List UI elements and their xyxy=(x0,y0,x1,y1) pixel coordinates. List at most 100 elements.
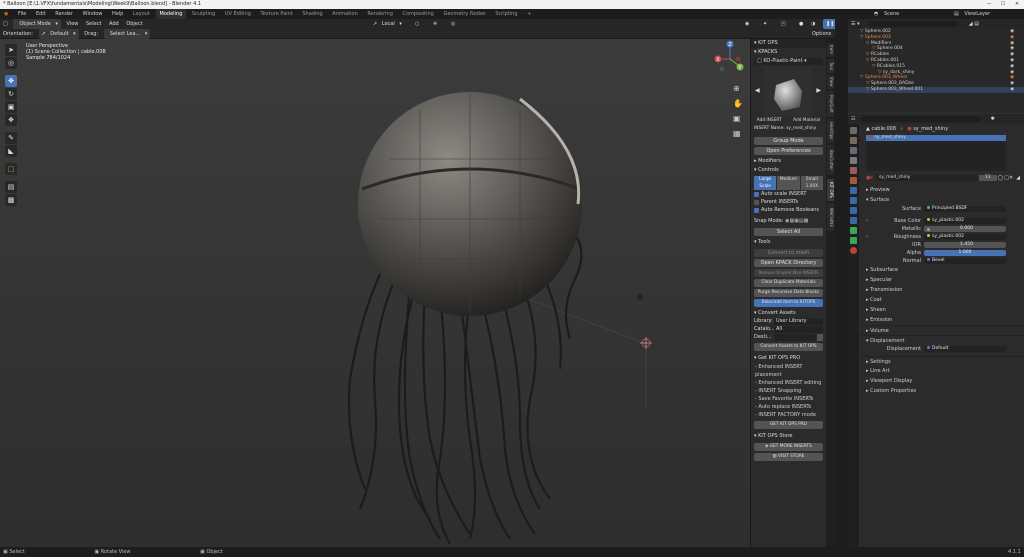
outliner-search-input[interactable] xyxy=(869,20,960,27)
prev-thumbnail-icon[interactable]: ◀ xyxy=(755,87,760,94)
perspective-toggle-icon[interactable]: ▦ xyxy=(733,129,741,138)
new-collection-icon[interactable]: ▤ xyxy=(974,21,979,27)
scene-selector[interactable]: ◓ Scene xyxy=(870,9,907,19)
navigation-gizmo[interactable]: X Y Z ⊕ ✋ ▣ ▦ xyxy=(708,39,748,154)
object-tab-icon[interactable] xyxy=(850,187,857,194)
emission-panel[interactable]: ▸ Emission xyxy=(860,315,1024,325)
move-tool-icon[interactable]: ✥ xyxy=(5,75,17,87)
open-kpack-directory-button[interactable]: Open KPACK Directory xyxy=(754,259,823,267)
editor-type-icon[interactable]: □ xyxy=(0,19,11,29)
add-material-button[interactable]: Add Material xyxy=(793,117,820,124)
orientation-dropdown[interactable]: ➚ Default ▾ xyxy=(38,29,79,39)
surface-panel[interactable]: ▾ Surface xyxy=(860,195,1024,205)
select-menu[interactable]: Select xyxy=(83,19,104,29)
convert-assets-button[interactable]: Convert Assets to KIT OPS xyxy=(754,343,823,351)
kitops-store-subpanel[interactable]: ▾ KIT OPS Store xyxy=(751,432,826,441)
get-more-inserts-button[interactable]: ◈ GET MORE INSERTS xyxy=(754,443,823,451)
filter-icon[interactable]: ◢ xyxy=(969,21,973,27)
select-all-button[interactable]: Select All xyxy=(754,228,823,236)
viewlayer-selector[interactable]: ▤ ViewLayer xyxy=(950,9,998,19)
proportional-edit-icon[interactable]: ◎ xyxy=(448,19,458,29)
roughness-field[interactable]: sy_plastic.002 xyxy=(924,234,1006,240)
pan-hand-icon[interactable]: ✋ xyxy=(733,98,743,108)
menu-render[interactable]: Render xyxy=(51,9,77,19)
tab-hardops[interactable]: HardOps xyxy=(827,119,834,143)
shading-solid-icon[interactable]: ● xyxy=(796,19,806,29)
visibility-icon[interactable]: ◉ xyxy=(742,19,752,29)
workspace-tab-texture-paint[interactable]: Texture Paint xyxy=(257,9,297,19)
visit-store-button[interactable]: ▨ VISIT STORE xyxy=(754,453,823,461)
modifier-tab-icon[interactable] xyxy=(850,197,857,204)
material-name-field[interactable]: sy_med_shiny xyxy=(875,175,978,181)
workspace-tab-geometry-nodes[interactable]: Geometry Nodes xyxy=(439,9,489,19)
sheen-panel[interactable]: ▸ Sheen xyxy=(860,305,1024,315)
folder-icon[interactable] xyxy=(817,334,823,341)
base-color-field[interactable]: sy_plastic.002 xyxy=(924,218,1006,224)
particles-tab-icon[interactable] xyxy=(850,207,857,214)
destination-field[interactable] xyxy=(774,334,816,341)
kitops-header[interactable]: ▾ KIT OPS xyxy=(751,39,826,48)
modifiers-subpanel[interactable]: ▸ Modifiers xyxy=(751,157,826,166)
controls-subpanel[interactable]: ▾ Controls xyxy=(751,166,826,175)
library-dropdown[interactable]: User Library xyxy=(774,318,823,325)
menu-help[interactable]: Help xyxy=(108,9,127,19)
snap-mode-icons[interactable]: ◉▦▣▤▩ xyxy=(785,218,808,224)
shading-rendered-icon[interactable]: ◑ xyxy=(808,19,818,29)
tab-tool[interactable]: Tool xyxy=(827,59,834,73)
displacement-field[interactable]: Default xyxy=(924,346,1006,352)
workspace-tab-scripting[interactable]: Scripting xyxy=(491,9,521,19)
coat-panel[interactable]: ▸ Coat xyxy=(860,295,1024,305)
select-tool-icon[interactable]: ➤ xyxy=(5,44,17,56)
preview-panel[interactable]: ▸ Preview xyxy=(860,185,1024,195)
metallic-field[interactable]: 0.000 xyxy=(924,226,1006,232)
group-mode-button[interactable]: Group Mode xyxy=(754,137,823,145)
add-cube-tool-icon[interactable]: □ xyxy=(5,163,17,175)
fake-user-icon[interactable]: ◯ xyxy=(998,174,1004,182)
output-tab-icon[interactable] xyxy=(850,147,857,154)
workspace-tab-shading[interactable]: Shading xyxy=(298,9,326,19)
specular-panel[interactable]: ▸ Specular xyxy=(860,275,1024,285)
alpha-field[interactable]: 1.000 xyxy=(924,250,1006,256)
auto-scale-checkbox[interactable]: Auto scale INSERT xyxy=(754,191,823,198)
snap-icon[interactable]: ❈ xyxy=(430,19,440,29)
material-slot-list[interactable]: ● sy_med_shiny xyxy=(866,135,1006,171)
rotate-tool-icon[interactable]: ↻ xyxy=(5,88,17,100)
convert-to-mesh-button[interactable]: Convert to mesh xyxy=(754,249,823,257)
overlay-icon[interactable]: ◰ xyxy=(778,19,789,29)
get-pro-subpanel[interactable]: ▾ Get KIT OPS PRO xyxy=(751,354,826,363)
minimize-icon[interactable]: — xyxy=(982,0,996,9)
workspace-tab-animation[interactable]: Animation xyxy=(328,9,362,19)
object-menu[interactable]: Object xyxy=(123,19,145,29)
tab-boxcutter[interactable]: BoxCutter xyxy=(827,145,834,175)
parent-inserts-checkbox[interactable]: Parent INSERTs xyxy=(754,199,823,206)
physics-tab-icon[interactable] xyxy=(850,217,857,224)
menu-file[interactable]: File xyxy=(14,9,30,19)
ior-field[interactable]: 1.450 xyxy=(924,242,1006,248)
workspace-tab-layout[interactable]: Layout xyxy=(129,9,154,19)
visibility-eye-icon[interactable]: ◉ xyxy=(1010,87,1014,93)
tool-tab-icon[interactable] xyxy=(850,127,857,134)
pivot-icon[interactable]: ○ xyxy=(412,19,422,29)
get-kitops-pro-button[interactable]: GET KIT OPS PRO xyxy=(754,421,823,429)
workspace-tab-modeling[interactable]: Modeling xyxy=(155,9,187,19)
gizmo-icon[interactable]: ✦ xyxy=(760,19,770,29)
properties-editor-icon[interactable]: ☷ xyxy=(851,116,855,122)
tab-item[interactable]: Item xyxy=(827,43,834,57)
render-tab-icon[interactable] xyxy=(850,137,857,144)
remove-unused-button[interactable]: Remove Unused Wire INSERTs xyxy=(754,269,823,277)
material-tab-icon[interactable] xyxy=(850,247,857,254)
add-insert-button[interactable]: Add INSERT xyxy=(757,117,782,124)
add-workspace-icon[interactable]: + xyxy=(523,9,535,19)
workspace-tab-rendering[interactable]: Rendering xyxy=(363,9,397,19)
material-browse-icon[interactable]: ●▾ xyxy=(866,174,873,182)
scale-small-button[interactable]: Small 1.00X xyxy=(800,176,823,190)
tab-machin3[interactable]: MACHIN3 xyxy=(827,203,834,231)
close-icon[interactable]: ✕ xyxy=(1010,0,1024,9)
tab-kitops[interactable]: KIT OPS xyxy=(827,179,834,201)
boxcutter-tool-icon[interactable]: ▩ xyxy=(5,194,17,206)
user-count[interactable]: 13 xyxy=(978,175,997,181)
volume-panel[interactable]: ▸ Volume xyxy=(860,325,1024,335)
maximize-icon[interactable]: ☐ xyxy=(996,0,1010,9)
tab-polyquilt[interactable]: PolyQuilt xyxy=(827,91,834,117)
world-tab-icon[interactable] xyxy=(850,177,857,184)
